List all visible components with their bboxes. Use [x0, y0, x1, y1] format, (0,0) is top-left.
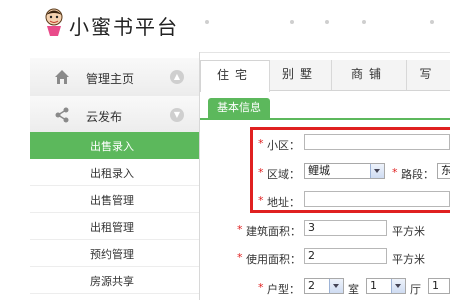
layout-label: 户型：	[267, 283, 300, 296]
chevron-down-icon[interactable]	[391, 279, 405, 293]
decoration-dot	[205, 20, 209, 24]
build-area-input[interactable]: 3	[304, 220, 387, 236]
bee-logo-icon	[45, 8, 63, 36]
sidebar-group-home[interactable]: 管理主页 ▲	[30, 58, 199, 97]
sidebar-item-label: 房源共享	[90, 275, 134, 288]
hall-unit: 厅	[410, 283, 421, 296]
required-mark: *	[237, 223, 243, 236]
road-select-value: 东	[441, 164, 450, 177]
section-divider	[200, 118, 450, 120]
chevron-down-icon[interactable]	[329, 279, 343, 293]
required-mark: *	[258, 194, 264, 207]
area-select[interactable]: 鲤城	[304, 163, 385, 179]
sidebar-item-label: 出租管理	[90, 221, 134, 234]
bath-select[interactable]: 1	[428, 278, 450, 294]
tab-villa[interactable]: 别墅	[269, 60, 332, 90]
header: 小蜜书平台	[0, 0, 450, 53]
property-type-tabs: 住宅 别墅 商铺 写	[200, 60, 450, 92]
bath-select-value: 1	[432, 279, 439, 292]
sidebar-item-rent-manage[interactable]: 出租管理	[30, 213, 199, 240]
tab-office[interactable]: 写	[407, 60, 450, 90]
required-mark: *	[258, 166, 264, 179]
decoration-dot	[325, 20, 329, 24]
road-select[interactable]: 东	[437, 163, 450, 179]
community-label: 小区：	[267, 139, 300, 152]
chevron-up-icon[interactable]: ▲	[170, 70, 184, 84]
build-area-unit: 平方米	[392, 225, 425, 238]
chevron-down-icon[interactable]: ▼	[170, 108, 184, 122]
sidebar-item-label: 出租录入	[90, 167, 134, 180]
decoration-dot	[290, 20, 294, 24]
sidebar-group-label: 管理主页	[86, 72, 135, 86]
required-mark: *	[237, 251, 243, 264]
chevron-down-icon[interactable]	[370, 164, 384, 178]
sidebar: 管理主页 ▲ 云发布 ▼ 出售录入 出租录入 出售管理 出租管理 预约管理 房源…	[0, 52, 200, 300]
area-select-value: 鲤城	[308, 164, 330, 177]
sidebar-item-listing-share[interactable]: 房源共享	[30, 267, 199, 294]
use-area-unit: 平方米	[392, 253, 425, 266]
road-label: 路段：	[401, 168, 434, 181]
sidebar-item-sale-entry[interactable]: 出售录入	[30, 132, 199, 159]
use-area-input[interactable]: 2	[304, 248, 387, 264]
tab-residence[interactable]: 住宅	[200, 60, 270, 92]
sidebar-item-label: 出售管理	[90, 194, 134, 207]
room-select-value: 2	[308, 279, 315, 292]
brand-title: 小蜜书平台	[69, 15, 179, 39]
sidebar-item-label: 出售录入	[90, 140, 134, 153]
required-mark: *	[258, 137, 264, 150]
address-label: 地址：	[267, 196, 300, 209]
share-icon	[55, 107, 69, 123]
use-area-label: 使用面积：	[246, 253, 301, 266]
tab-shop[interactable]: 商铺	[332, 60, 407, 90]
community-input[interactable]	[304, 134, 450, 150]
required-mark: *	[392, 166, 398, 179]
decoration-dot	[430, 20, 434, 24]
required-mark: *	[258, 281, 264, 294]
area-label: 区域：	[267, 168, 300, 181]
sidebar-item-rent-entry[interactable]: 出租录入	[30, 159, 199, 186]
address-input[interactable]	[304, 191, 450, 207]
sidebar-group-label: 云发布	[86, 110, 123, 124]
sidebar-item-label: 预约管理	[90, 248, 134, 261]
sidebar-group-cloud-publish[interactable]: 云发布 ▼	[30, 96, 199, 135]
sidebar-item-appointment-manage[interactable]: 预约管理	[30, 240, 199, 267]
sidebar-item-sale-manage[interactable]: 出售管理	[30, 186, 199, 213]
room-unit: 室	[348, 283, 359, 296]
hall-select[interactable]: 1	[366, 278, 406, 294]
home-icon	[55, 70, 69, 84]
build-area-label: 建筑面积：	[246, 225, 301, 238]
hall-select-value: 1	[370, 279, 377, 292]
decoration-dot	[362, 20, 366, 24]
room-select[interactable]: 2	[304, 278, 344, 294]
section-title: 基本信息	[208, 98, 270, 118]
